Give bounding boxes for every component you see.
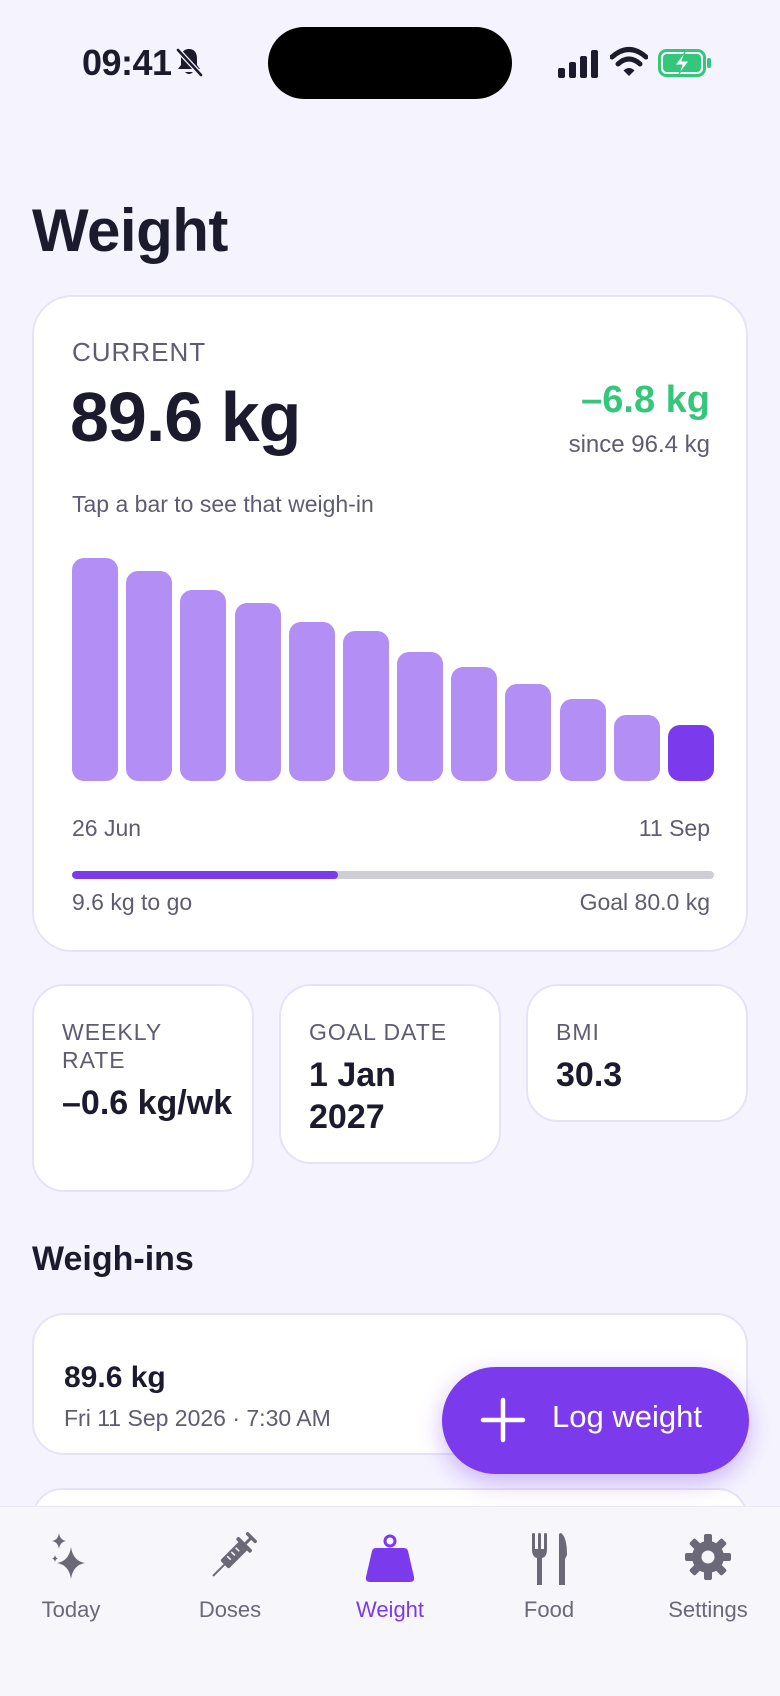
tab-doses[interactable]: Doses [152,1525,308,1645]
sparkles-icon [52,1533,85,1579]
plus-icon [480,1397,526,1443]
goal-date-card: GOAL DATE 1 Jan 2027 [279,984,501,1164]
bmi-value: 30.3 [556,1056,623,1094]
syringe-icon [212,1532,257,1577]
dynamic-island [268,27,512,99]
tab-bar: Today Doses Weight Food Settings [0,1506,780,1696]
remaining-to-goal: 9.6 kg to go [72,889,193,915]
bmi-label: BMI [556,1019,600,1045]
chart-start-date: 26 Jun [72,815,142,841]
weight-change: –6.8 kg [581,379,710,421]
status-bar: 09:41 [0,0,780,130]
tab-food-label: Food [523,1597,575,1622]
start-weight-text: since 96.4 kg [568,431,710,458]
bell-slash-icon [176,48,203,77]
weight-bar[interactable] [451,667,498,781]
bmi-card: BMI 30.3 [526,984,748,1122]
current-weight-card: CURRENT 89.6 kg –6.8 kg since 96.4 kg Ta… [32,295,748,952]
log-weight-label: Log weight [552,1399,702,1434]
goal-weight: Goal 80.0 kg [579,889,710,915]
weight-bar[interactable] [180,590,227,781]
tab-settings[interactable]: Settings [630,1525,780,1645]
goal-date-label: GOAL DATE [309,1019,448,1045]
goal-date-value: 1 Jan 2027 [309,1056,396,1136]
status-time: 09:41 [82,42,172,83]
weigh-ins-title: Weigh-ins [32,1240,194,1278]
tab-weight-label: Weight [355,1597,425,1622]
weekly-rate-card: WEEKLY RATE –0.6 kg/wk [32,984,254,1192]
weight-bar[interactable] [559,699,606,781]
scale-icon [365,1534,415,1582]
weight-bar[interactable] [234,602,281,781]
weight-bar[interactable] [126,570,173,781]
weight-bar[interactable] [397,652,444,781]
page-title: Weight [32,197,228,264]
weight-bar[interactable] [667,725,714,781]
weigh-in-weight: 89.6 kg [64,1361,166,1394]
weigh-in-date: Fri 11 Sep 2026 · 7:30 AM [64,1405,331,1431]
chart-end-date: 11 Sep [638,815,710,841]
weekly-rate-label: WEEKLY RATE [62,1019,162,1073]
weight-bar[interactable] [288,622,335,781]
log-weight-button[interactable]: Log weight [442,1367,749,1474]
tab-food[interactable]: Food [471,1525,627,1645]
current-label: CURRENT [72,337,207,367]
current-weight-value: 89.6 kg [70,378,301,456]
cellular-signal-icon [558,50,598,78]
battery-charging-icon [658,49,711,77]
weight-bar[interactable] [505,684,552,781]
tab-today-label: Today [41,1597,101,1622]
goal-progress-bar [72,871,714,879]
weekly-rate-value: –0.6 kg/wk [62,1084,233,1122]
tab-settings-label: Settings [668,1597,748,1622]
tab-weight[interactable]: Weight [312,1525,468,1645]
weight-bar[interactable] [72,557,119,781]
weight-bar[interactable] [342,630,389,781]
weight-bar-chart [72,545,714,781]
chart-hint: Tap a bar to see that weigh-in [72,491,374,517]
tab-doses-label: Doses [198,1597,262,1622]
weight-bar[interactable] [613,714,660,781]
tab-today[interactable]: Today [0,1525,149,1645]
gear-icon [685,1534,731,1580]
fork-knife-icon [532,1533,567,1585]
goal-progress-fill [72,871,339,879]
wifi-icon [610,47,648,76]
